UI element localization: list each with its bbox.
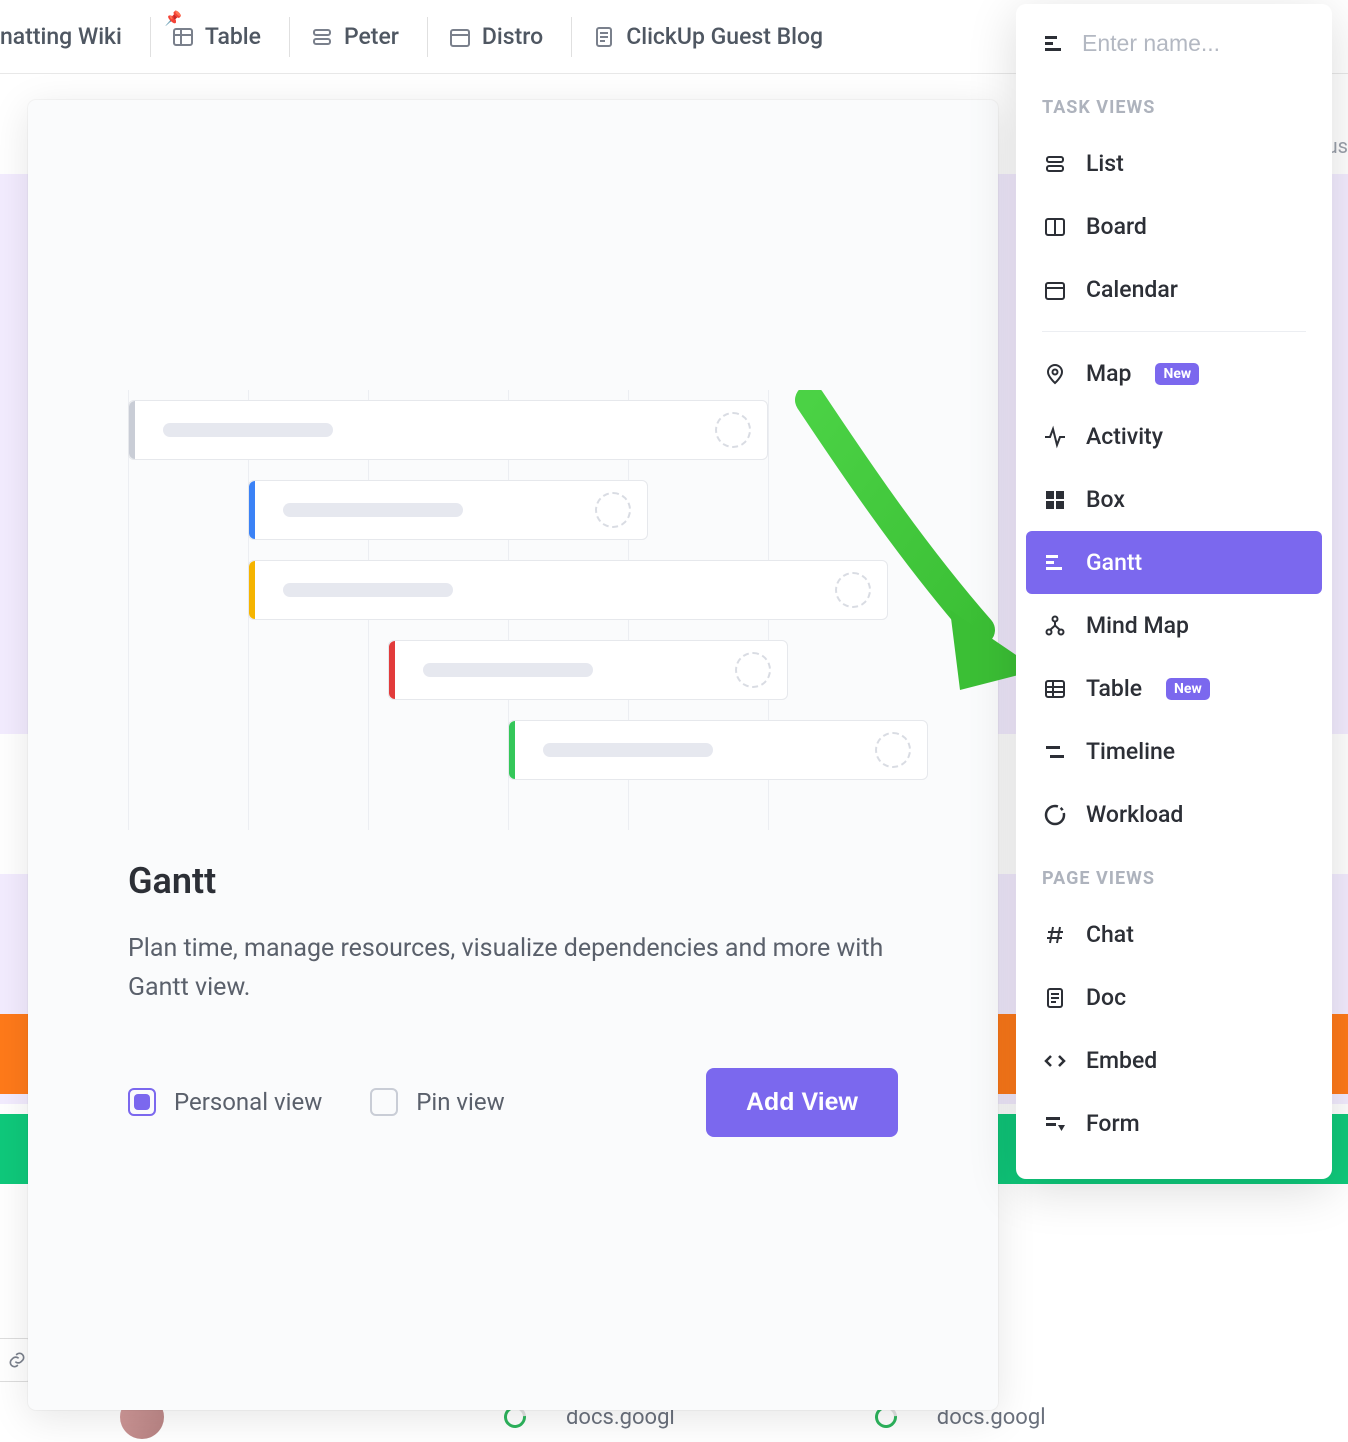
view-option-form[interactable]: Form: [1016, 1092, 1332, 1155]
new-badge: New: [1155, 363, 1199, 385]
list-icon: [1042, 151, 1068, 177]
view-option-table[interactable]: Table New: [1016, 657, 1332, 720]
view-option-map[interactable]: Map New: [1016, 342, 1332, 405]
checkbox-icon: [128, 1088, 156, 1116]
calendar-icon: [448, 25, 472, 49]
view-label: Form: [1086, 1110, 1140, 1137]
tab-label: Distro: [482, 23, 543, 50]
view-label: Workload: [1086, 801, 1183, 828]
tab-table[interactable]: 📌 Table: [150, 17, 281, 57]
preview-description: Plan time, manage resources, visualize d…: [128, 930, 898, 1008]
view-label: Box: [1086, 486, 1125, 513]
hash-icon: [1042, 922, 1068, 948]
gantt-icon: [1042, 550, 1068, 576]
tab-label: Table: [205, 23, 261, 50]
calendar-icon: [1042, 277, 1068, 303]
view-option-timeline[interactable]: Timeline: [1016, 720, 1332, 783]
view-option-gantt[interactable]: Gantt: [1026, 531, 1322, 594]
view-option-box[interactable]: Box: [1016, 468, 1332, 531]
pin-view-checkbox[interactable]: Pin view: [370, 1088, 504, 1116]
view-label: Mind Map: [1086, 612, 1189, 639]
view-picker-panel: TASK VIEWS List Board Calendar Map New A…: [1016, 4, 1332, 1179]
view-option-embed[interactable]: Embed: [1016, 1029, 1332, 1092]
view-option-mind-map[interactable]: Mind Map: [1016, 594, 1332, 657]
gantt-illustration: [128, 400, 898, 800]
gantt-icon: [1042, 32, 1066, 56]
section-task-views: TASK VIEWS: [1016, 75, 1332, 132]
view-label: Table: [1086, 675, 1142, 702]
doc-icon: [592, 25, 616, 49]
view-option-doc[interactable]: Doc: [1016, 966, 1332, 1029]
view-label: Gantt: [1086, 549, 1142, 576]
view-label: Embed: [1086, 1047, 1157, 1074]
tab-wiki[interactable]: natting Wiki: [0, 17, 142, 57]
checkbox-label: Personal view: [174, 1088, 322, 1116]
view-preview-panel: Gantt Plan time, manage resources, visua…: [28, 100, 998, 1410]
activity-icon: [1042, 424, 1068, 450]
form-icon: [1042, 1111, 1068, 1137]
view-label: Activity: [1086, 423, 1163, 450]
view-name-row: [1016, 4, 1332, 75]
table-icon: [171, 25, 195, 49]
view-label: Calendar: [1086, 276, 1178, 303]
view-option-calendar[interactable]: Calendar: [1016, 258, 1332, 321]
divider: [1042, 331, 1306, 332]
board-icon: [1042, 214, 1068, 240]
view-option-activity[interactable]: Activity: [1016, 405, 1332, 468]
map-pin-icon: [1042, 361, 1068, 387]
view-option-list[interactable]: List: [1016, 132, 1332, 195]
preview-title: Gantt: [128, 860, 898, 902]
tab-label: natting Wiki: [0, 23, 122, 50]
view-label: Board: [1086, 213, 1147, 240]
box-icon: [1042, 487, 1068, 513]
tab-label: ClickUp Guest Blog: [626, 23, 823, 50]
personal-view-checkbox[interactable]: Personal view: [128, 1088, 322, 1116]
view-option-chat[interactable]: Chat: [1016, 903, 1332, 966]
checkbox-label: Pin view: [416, 1088, 504, 1116]
view-name-input[interactable]: [1082, 30, 1306, 57]
view-option-board[interactable]: Board: [1016, 195, 1332, 258]
checkbox-icon: [370, 1088, 398, 1116]
timeline-icon: [1042, 739, 1068, 765]
section-page-views: PAGE VIEWS: [1016, 846, 1332, 903]
new-badge: New: [1166, 678, 1210, 700]
workload-icon: [1042, 802, 1068, 828]
pin-icon: 📌: [165, 11, 182, 27]
tab-guest-blog[interactable]: ClickUp Guest Blog: [571, 17, 843, 57]
mind-map-icon: [1042, 613, 1068, 639]
view-label: Chat: [1086, 921, 1134, 948]
view-label: Timeline: [1086, 738, 1175, 765]
tab-distro[interactable]: Distro: [427, 17, 563, 57]
view-label: List: [1086, 150, 1124, 177]
embed-icon: [1042, 1048, 1068, 1074]
view-label: Doc: [1086, 984, 1126, 1011]
tab-peter[interactable]: Peter: [289, 17, 419, 57]
view-label: Map: [1086, 360, 1131, 387]
view-option-workload[interactable]: Workload: [1016, 783, 1332, 846]
list-icon: [310, 25, 334, 49]
tab-label: Peter: [344, 23, 399, 50]
add-view-button[interactable]: Add View: [706, 1068, 898, 1137]
table-icon: [1042, 676, 1068, 702]
link-icon: [7, 1350, 27, 1370]
doc-icon: [1042, 985, 1068, 1011]
